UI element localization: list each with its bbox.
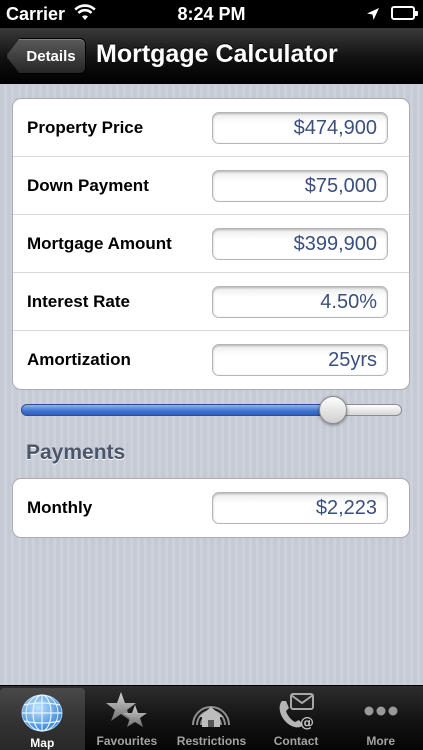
slider-fill — [21, 404, 334, 416]
mortgage-amount-label: Mortgage Amount — [27, 234, 172, 253]
tab-contact-label: Contact — [273, 734, 319, 748]
inputs-group: Property Price $474,900 Down Payment $75… — [12, 98, 410, 390]
tab-contact[interactable]: @ Contact — [254, 686, 339, 750]
battery-icon — [391, 6, 418, 20]
tab-favourites[interactable]: Favourites — [85, 686, 170, 750]
svg-text:@: @ — [300, 715, 314, 731]
monthly-field[interactable]: $2,223 — [212, 492, 388, 524]
amortization-row: Amortization 25yrs — [13, 331, 409, 389]
property-price-field[interactable]: $474,900 — [212, 112, 388, 144]
tab-favourites-label: Favourites — [96, 734, 158, 748]
mortgage-amount-field[interactable]: $399,900 — [212, 228, 388, 260]
property-price-label: Property Price — [27, 118, 144, 137]
house-waves-icon — [189, 691, 233, 731]
clock: 8:24 PM — [177, 4, 246, 24]
interest-rate-row: Interest Rate 4.50% — [13, 273, 409, 331]
down-payment-row: Down Payment $75,000 — [13, 157, 409, 215]
more-dots-icon — [359, 691, 403, 731]
back-button-label: Details — [26, 47, 76, 65]
globe-icon — [20, 693, 64, 733]
down-payment-field[interactable]: $75,000 — [212, 170, 388, 202]
back-button[interactable]: Details — [6, 38, 86, 74]
down-payment-label: Down Payment — [27, 176, 149, 195]
monthly-row: Monthly $2,223 — [13, 479, 409, 537]
tab-more-label: More — [366, 734, 395, 748]
tab-restrictions[interactable]: Restrictions — [169, 686, 254, 750]
monthly-label: Monthly — [27, 498, 93, 517]
tab-restrictions-label: Restrictions — [176, 734, 247, 748]
phone-mail-icon: @ — [274, 691, 318, 731]
payments-group: Monthly $2,223 — [12, 478, 410, 538]
amortization-label: Amortization — [27, 350, 131, 369]
mortgage-amount-row: Mortgage Amount $399,900 — [13, 215, 409, 273]
tab-map-label: Map — [30, 736, 55, 750]
tab-map[interactable]: Map — [0, 688, 85, 750]
tab-more[interactable]: More — [338, 686, 423, 750]
amortization-field[interactable]: 25yrs — [212, 344, 388, 376]
location-arrow-icon — [366, 5, 380, 26]
tab-bar: Map Favourites Restrictions @ Contact Mo… — [0, 685, 423, 750]
interest-rate-label: Interest Rate — [27, 292, 130, 311]
status-bar: Carrier 8:24 PM — [0, 0, 423, 28]
page-title: Mortgage Calculator — [96, 40, 338, 68]
payments-header: Payments — [26, 441, 126, 464]
property-price-row: Property Price $474,900 — [13, 99, 409, 157]
navigation-bar: Details Mortgage Calculator — [0, 28, 423, 84]
stars-icon — [105, 691, 149, 731]
amortization-slider[interactable] — [21, 396, 402, 424]
interest-rate-field[interactable]: 4.50% — [212, 286, 388, 318]
